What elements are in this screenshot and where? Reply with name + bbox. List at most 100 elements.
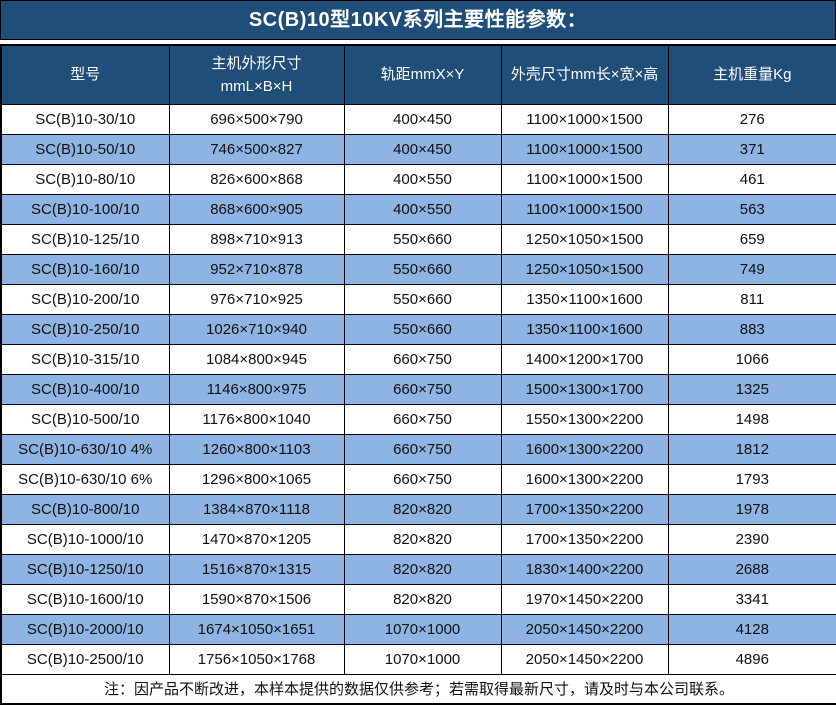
table-header: 型号 主机外形尺寸 mmL×B×H 轨距mmX×Y 外壳尺寸mm长×宽×高 主机… <box>1 45 836 104</box>
table-row: SC(B)10-160/10952×710×878550×6601250×105… <box>1 254 836 284</box>
table-cell: SC(B)10-80/10 <box>1 164 169 194</box>
table-cell: 660×750 <box>344 464 501 494</box>
table-row: SC(B)10-630/10 6%1296×800×1065660×750160… <box>1 464 836 494</box>
table-cell: 1700×1350×2200 <box>501 524 668 554</box>
table-cell: SC(B)10-2500/10 <box>1 644 169 674</box>
column-header-main-dimensions-line2: mmL×B×H <box>172 75 342 98</box>
table-row: SC(B)10-400/101146×800×975660×7501500×13… <box>1 374 836 404</box>
table-cell: 1296×800×1065 <box>169 464 344 494</box>
table-cell: 1500×1300×1700 <box>501 374 668 404</box>
table-cell: 820×820 <box>344 584 501 614</box>
table-cell: 1350×1100×1600 <box>501 314 668 344</box>
table-cell: 1250×1050×1500 <box>501 254 668 284</box>
table-cell: 371 <box>668 134 836 164</box>
table-cell: 660×750 <box>344 434 501 464</box>
table-cell: SC(B)10-1600/10 <box>1 584 169 614</box>
table-cell: 2688 <box>668 554 836 584</box>
table-cell: 4896 <box>668 644 836 674</box>
table-cell: 1100×1000×1500 <box>501 164 668 194</box>
spec-sheet-page: SC(B)10型10KV系列主要性能参数： 型号 主机外形尺寸 mmL×B×H … <box>0 0 836 705</box>
table-cell: 820×820 <box>344 554 501 584</box>
table-cell: 976×710×925 <box>169 284 344 314</box>
table-cell: 400×450 <box>344 134 501 164</box>
table-cell: SC(B)10-630/10 4% <box>1 434 169 464</box>
table-cell: 1384×870×1118 <box>169 494 344 524</box>
table-cell: 400×550 <box>344 194 501 224</box>
table-row: SC(B)10-30/10696×500×790400×4501100×1000… <box>1 104 836 134</box>
table-cell: 1812 <box>668 434 836 464</box>
table-cell: 1470×870×1205 <box>169 524 344 554</box>
table-cell: 400×550 <box>344 164 501 194</box>
table-cell: 1350×1100×1600 <box>501 284 668 314</box>
footer-note: 注：因产品不断改进，本样本提供的数据仅供参考；若需取得最新尺寸，请及时与本公司联… <box>1 674 836 704</box>
table-cell: 883 <box>668 314 836 344</box>
table-body: SC(B)10-30/10696×500×790400×4501100×1000… <box>1 104 836 674</box>
table-cell: 660×750 <box>344 404 501 434</box>
table-cell: 550×660 <box>344 254 501 284</box>
table-cell: 820×820 <box>344 494 501 524</box>
table-cell: 3341 <box>668 584 836 614</box>
table-cell: SC(B)10-400/10 <box>1 374 169 404</box>
table-cell: SC(B)10-100/10 <box>1 194 169 224</box>
table-cell: 563 <box>668 194 836 224</box>
table-cell: 1978 <box>668 494 836 524</box>
table-row: SC(B)10-315/101084×800×945660×7501400×12… <box>1 344 836 374</box>
table-cell: 1516×870×1315 <box>169 554 344 584</box>
table-cell: 1700×1350×2200 <box>501 494 668 524</box>
table-cell: SC(B)10-800/10 <box>1 494 169 524</box>
table-cell: 550×660 <box>344 314 501 344</box>
table-cell: 1400×1200×1700 <box>501 344 668 374</box>
table-cell: 1100×1000×1500 <box>501 134 668 164</box>
table-cell: 1070×1000 <box>344 614 501 644</box>
column-header-model: 型号 <box>1 45 169 104</box>
table-cell: 1100×1000×1500 <box>501 194 668 224</box>
table-row: SC(B)10-1250/101516×870×1315820×8201830×… <box>1 554 836 584</box>
table-cell: 952×710×878 <box>169 254 344 284</box>
table-cell: 1146×800×975 <box>169 374 344 404</box>
table-cell: 811 <box>668 284 836 314</box>
table-cell: 550×660 <box>344 224 501 254</box>
table-cell: 660×750 <box>344 344 501 374</box>
table-cell: 1590×870×1506 <box>169 584 344 614</box>
table-row: SC(B)10-630/10 4%1260×800×1103660×750160… <box>1 434 836 464</box>
table-cell: SC(B)10-125/10 <box>1 224 169 254</box>
table-cell: 659 <box>668 224 836 254</box>
column-header-weight: 主机重量Kg <box>668 45 836 104</box>
table-cell: SC(B)10-160/10 <box>1 254 169 284</box>
table-cell: 4128 <box>668 614 836 644</box>
column-header-shell-dimensions: 外壳尺寸mm长×宽×高 <box>501 45 668 104</box>
table-cell: 820×820 <box>344 524 501 554</box>
table-row: SC(B)10-80/10826×600×868400×5501100×1000… <box>1 164 836 194</box>
table-row: SC(B)10-250/101026×710×940550×6601350×11… <box>1 314 836 344</box>
table-cell: 2390 <box>668 524 836 554</box>
table-cell: 1550×1300×2200 <box>501 404 668 434</box>
table-row: SC(B)10-2000/101674×1050×16511070×100020… <box>1 614 836 644</box>
table-footer: 注：因产品不断改进，本样本提供的数据仅供参考；若需取得最新尺寸，请及时与本公司联… <box>1 674 836 704</box>
table-cell: 1498 <box>668 404 836 434</box>
table-cell: 2050×1450×2200 <box>501 614 668 644</box>
table-cell: 1026×710×940 <box>169 314 344 344</box>
table-cell: SC(B)10-30/10 <box>1 104 169 134</box>
table-cell: SC(B)10-250/10 <box>1 314 169 344</box>
footer-row: 注：因产品不断改进，本样本提供的数据仅供参考；若需取得最新尺寸，请及时与本公司联… <box>1 674 836 704</box>
table-row: SC(B)10-125/10898×710×913550×6601250×105… <box>1 224 836 254</box>
table-cell: SC(B)10-500/10 <box>1 404 169 434</box>
table-cell: SC(B)10-50/10 <box>1 134 169 164</box>
table-cell: 1756×1050×1768 <box>169 644 344 674</box>
table-row: SC(B)10-2500/101756×1050×17681070×100020… <box>1 644 836 674</box>
table-row: SC(B)10-200/10976×710×925550×6601350×110… <box>1 284 836 314</box>
table-cell: 461 <box>668 164 836 194</box>
table-cell: 1100×1000×1500 <box>501 104 668 134</box>
table-cell: 2050×1450×2200 <box>501 644 668 674</box>
table-cell: 898×710×913 <box>169 224 344 254</box>
table-cell: SC(B)10-2000/10 <box>1 614 169 644</box>
table-cell: 1600×1300×2200 <box>501 434 668 464</box>
table-cell: 1674×1050×1651 <box>169 614 344 644</box>
table-cell: 1970×1450×2200 <box>501 584 668 614</box>
column-header-main-dimensions-line1: 主机外形尺寸 <box>172 52 342 75</box>
table-row: SC(B)10-800/101384×870×1118820×8201700×1… <box>1 494 836 524</box>
table-row: SC(B)10-500/101176×800×1040660×7501550×1… <box>1 404 836 434</box>
table-cell: SC(B)10-1250/10 <box>1 554 169 584</box>
table-cell: 1325 <box>668 374 836 404</box>
table-cell: SC(B)10-630/10 6% <box>1 464 169 494</box>
